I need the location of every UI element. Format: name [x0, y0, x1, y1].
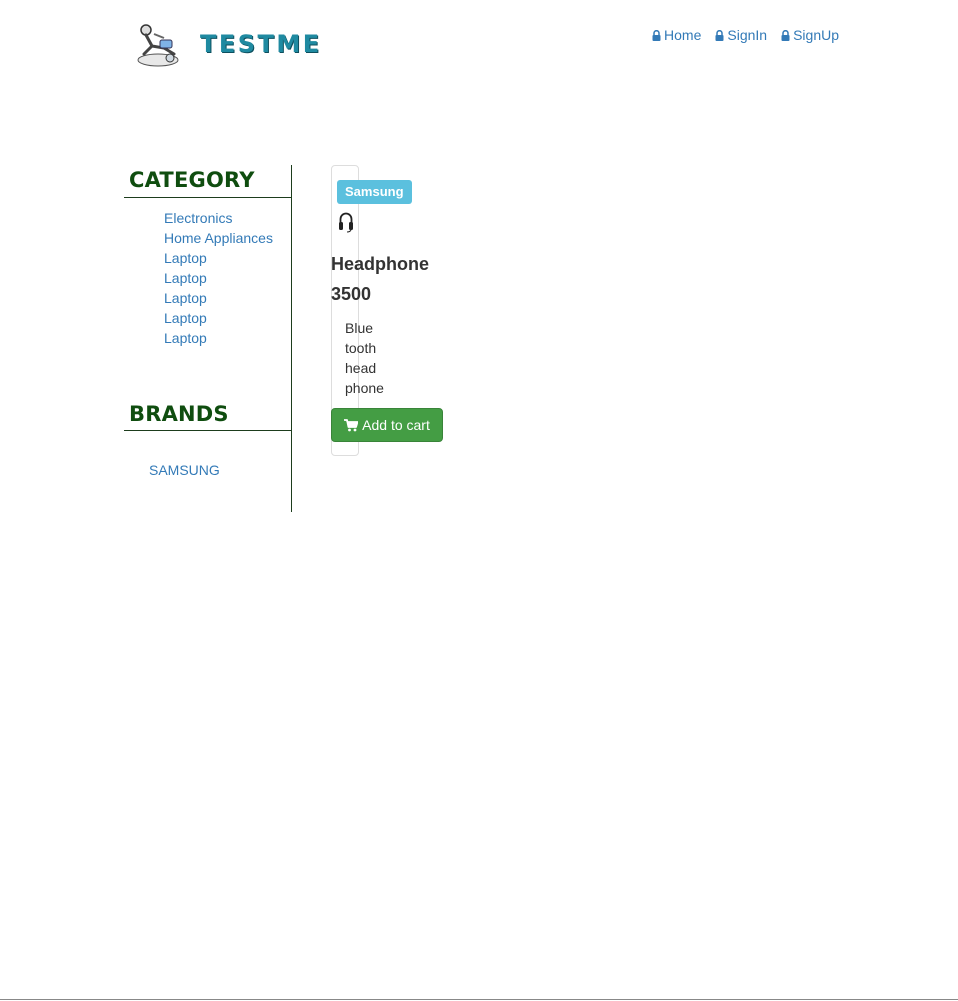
nav-home-label: Home [664, 27, 702, 43]
category-link-laptop[interactable]: Laptop [164, 310, 207, 326]
nav-signup-link[interactable]: SignUp [781, 27, 839, 43]
top-nav: Home SignIn SignUp [652, 27, 839, 43]
brand-list: SAMSUNG [149, 462, 220, 478]
logo-text: TESTME [200, 30, 322, 58]
category-link-electronics[interactable]: Electronics [164, 210, 232, 226]
headphone-icon[interactable] [338, 211, 354, 233]
nav-signin-label: SignIn [727, 27, 768, 43]
category-item: Laptop [164, 328, 291, 348]
lock-icon [652, 29, 661, 41]
category-link-laptop[interactable]: Laptop [164, 290, 207, 306]
product-description: Blue tooth head phone [345, 320, 384, 396]
brand-badge: Samsung [337, 180, 412, 204]
category-list: Electronics Home Appliances Laptop Lapto… [124, 198, 291, 348]
category-item: Laptop [164, 308, 291, 328]
brands-heading: BRANDS [124, 399, 291, 431]
lock-icon [715, 29, 724, 41]
category-item: Laptop [164, 268, 291, 288]
category-heading: CATEGORY [124, 165, 291, 198]
lock-icon [781, 29, 790, 41]
nav-home-link[interactable]: Home [652, 27, 701, 43]
shopping-cart-icon [344, 418, 359, 431]
site-logo[interactable]: TESTME [134, 22, 334, 68]
category-item: Laptop [164, 248, 291, 268]
category-link-laptop[interactable]: Laptop [164, 270, 207, 286]
brand-item: SAMSUNG [149, 462, 220, 478]
logo-robot-icon [137, 24, 179, 67]
nav-signup-label: SignUp [793, 27, 839, 43]
category-item: Home Appliances [164, 228, 291, 248]
nav-signin-link[interactable]: SignIn [715, 27, 767, 43]
product-name[interactable]: Headphone 3500 [331, 249, 441, 309]
sidebar: CATEGORY Electronics Home Appliances Lap… [124, 165, 292, 512]
add-to-cart-label: Add to cart [362, 417, 430, 433]
category-link-laptop[interactable]: Laptop [164, 250, 207, 266]
category-link-laptop[interactable]: Laptop [164, 330, 207, 346]
add-to-cart-button[interactable]: Add to cart [331, 408, 443, 442]
footer-divider [0, 999, 958, 1000]
category-link-home-appliances[interactable]: Home Appliances [164, 230, 273, 246]
brand-link-samsung[interactable]: SAMSUNG [149, 462, 220, 478]
category-item: Electronics [164, 208, 291, 228]
page: TESTME Home SignIn SignUp CATEGORY Elect… [0, 0, 958, 1001]
category-item: Laptop [164, 288, 291, 308]
